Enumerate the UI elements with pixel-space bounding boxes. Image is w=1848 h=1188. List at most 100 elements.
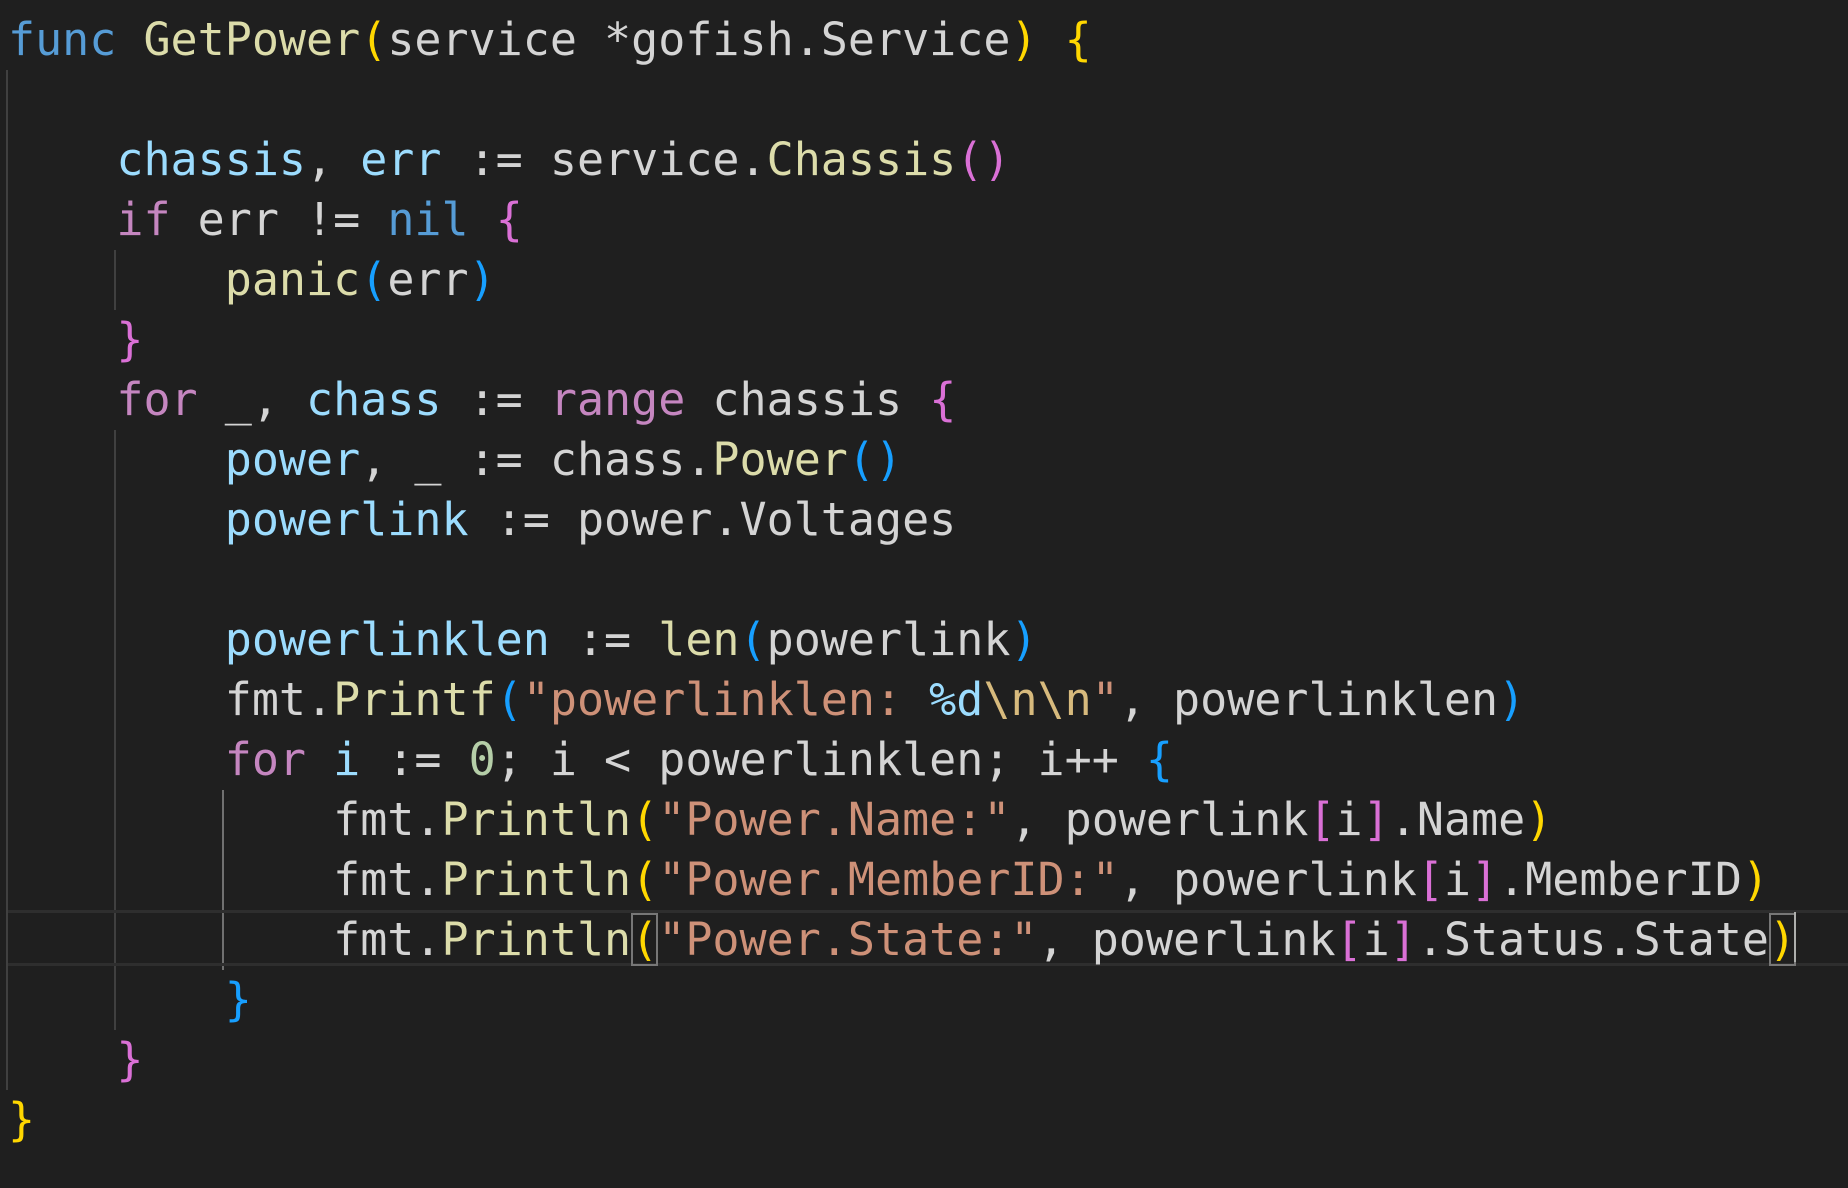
code-line[interactable]: func GetPower(service *gofish.Service) { <box>8 10 1092 70</box>
bracket-token: ) <box>983 133 1011 186</box>
function-name-token: panic <box>224 253 361 306</box>
code-token: service *gofish.Service <box>387 13 1011 66</box>
bracket-token: ) <box>1525 793 1553 846</box>
bracket-token: [ <box>1335 913 1363 966</box>
bracket-token: ] <box>1471 853 1499 906</box>
bracket-token: } <box>116 1033 144 1086</box>
code-line[interactable]: fmt.Println("Power.Name:", powerlink[i].… <box>8 790 1552 850</box>
function-name-token: Println <box>441 793 632 846</box>
code-token: i <box>1335 793 1363 846</box>
code-token: .MemberID <box>1498 853 1742 906</box>
bracket-token: ( <box>631 793 659 846</box>
code-token: err <box>387 253 469 306</box>
code-token: := <box>441 373 550 426</box>
code-token: err != <box>170 193 388 246</box>
code-token: fmt. <box>333 913 442 966</box>
bracket-token: ] <box>1389 913 1417 966</box>
bracket-token: [ <box>1308 793 1336 846</box>
bracket-token: { <box>1145 733 1173 786</box>
code-token: := <box>549 613 659 666</box>
bracket-token: { <box>1064 13 1092 66</box>
code-token: , powerlink <box>1010 793 1309 846</box>
variable-token: chass <box>306 373 442 426</box>
keyword-token: nil <box>387 193 469 246</box>
variable-token: powerlink <box>224 493 469 546</box>
function-name-token: Println <box>441 913 632 966</box>
variable-token: power <box>224 433 361 486</box>
keyword-token: if <box>116 193 171 246</box>
code-token: := power.Voltages <box>468 493 957 546</box>
string-token: "powerlinklen: <box>522 673 930 726</box>
variable-token: err <box>360 133 442 186</box>
escape-token: \n\n <box>983 673 1092 726</box>
bracket-token: ( <box>360 13 388 66</box>
code-line[interactable]: for _, chass := range chassis { <box>8 370 956 430</box>
function-name-token: Chassis <box>766 133 957 186</box>
code-line-current[interactable]: fmt.Println("Power.State:", powerlink[i]… <box>8 910 1797 970</box>
code-token: , <box>306 133 361 186</box>
code-line[interactable]: powerlinklen := len(powerlink) <box>8 610 1038 670</box>
code-line[interactable]: power, _ := chass.Power() <box>8 430 902 490</box>
code-line[interactable]: chassis, err := service.Chassis() <box>8 130 1010 190</box>
string-token: "Power.Name:" <box>658 793 1011 846</box>
bracket-token: ( <box>360 253 388 306</box>
keyword-token: range <box>549 373 686 426</box>
format-verb-token: %d <box>929 673 984 726</box>
bracket-token: ) <box>1010 13 1038 66</box>
bracket-token: ) <box>1010 613 1038 666</box>
code-token: fmt. <box>224 673 334 726</box>
code-line[interactable]: powerlink := power.Voltages <box>8 490 957 550</box>
keyword-token: for <box>224 733 307 786</box>
code-line[interactable]: fmt.Println("Power.MemberID:", powerlink… <box>8 850 1769 910</box>
bracket-token: [ <box>1416 853 1444 906</box>
function-name-token: GetPower <box>143 13 361 66</box>
string-token: "Power.MemberID:" <box>658 853 1119 906</box>
code-token: := service. <box>441 133 767 186</box>
bracket-token: } <box>224 973 252 1026</box>
code-token: , _ := chass. <box>360 433 713 486</box>
code-token: , powerlinklen <box>1118 673 1499 726</box>
bracket-token: ) <box>468 253 496 306</box>
string-token: "Power.State:" <box>658 913 1038 966</box>
variable-token: i <box>333 733 361 786</box>
bracket-token: ( <box>495 673 523 726</box>
code-line[interactable]: panic(err) <box>8 250 496 310</box>
code-token: _, <box>197 373 307 426</box>
function-name-token: Printf <box>333 673 496 726</box>
code-line[interactable]: for i := 0; i < powerlinklen; i++ { <box>8 730 1173 790</box>
keyword-token: func <box>8 13 117 66</box>
code-line[interactable]: } <box>8 310 143 370</box>
matched-bracket-token: ) <box>1769 913 1797 966</box>
code-token: := <box>360 733 469 786</box>
bracket-token: ( <box>739 613 767 666</box>
bracket-token: { <box>495 193 523 246</box>
code-line[interactable]: } <box>8 1030 143 1090</box>
function-name-token: Println <box>441 853 632 906</box>
code-token: fmt. <box>333 793 442 846</box>
number-token: 0 <box>468 733 496 786</box>
bracket-token: ] <box>1362 793 1390 846</box>
code-editor[interactable]: func GetPower(service *gofish.Service) {… <box>0 0 1848 1188</box>
code-token: fmt. <box>333 853 442 906</box>
variable-token: powerlinklen <box>224 613 550 666</box>
code-token: powerlink <box>766 613 1011 666</box>
bracket-token: { <box>929 373 957 426</box>
code-line[interactable]: if err != nil { <box>8 190 523 250</box>
code-line[interactable]: } <box>8 970 252 1030</box>
code-line[interactable]: fmt.Printf("powerlinklen: %d\n\n", power… <box>8 670 1525 730</box>
code-line[interactable]: } <box>8 1090 35 1150</box>
